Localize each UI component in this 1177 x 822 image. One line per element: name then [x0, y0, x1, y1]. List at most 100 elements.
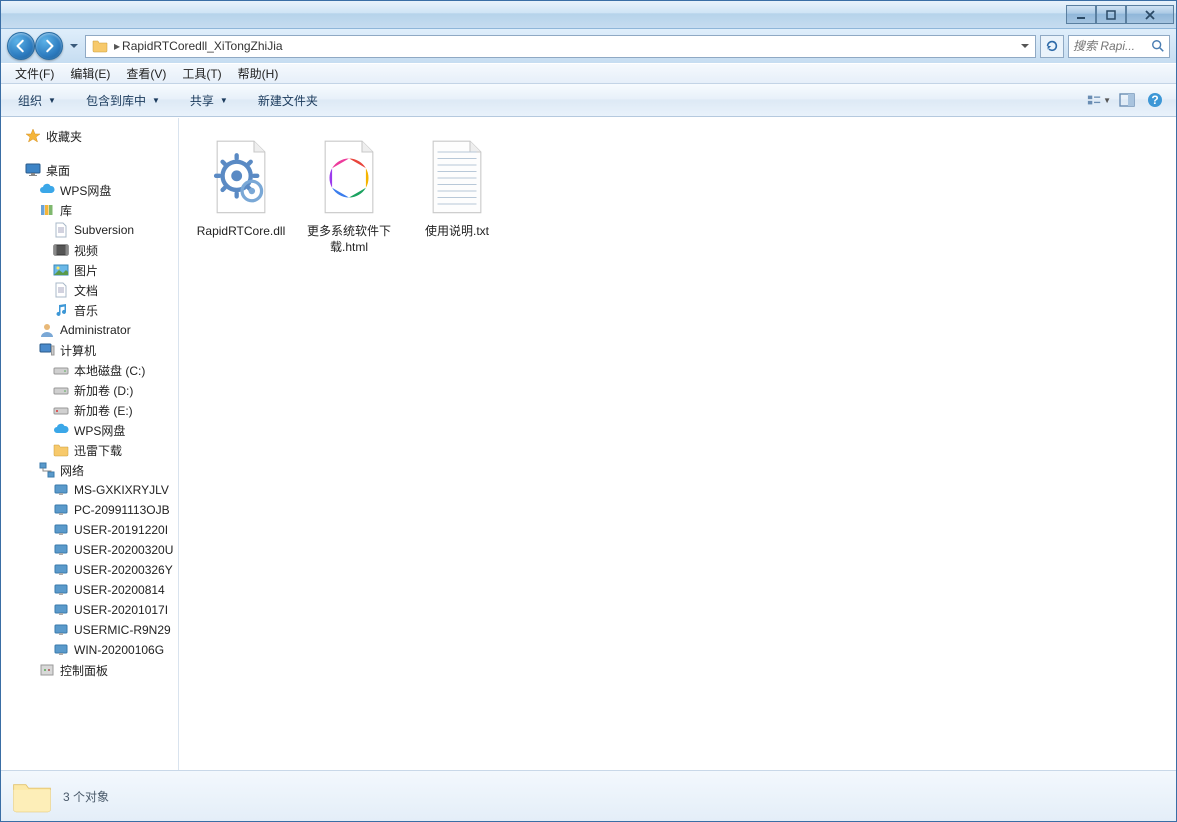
music-icon [53, 302, 69, 318]
tree-favorites[interactable]: 收藏夹 [5, 126, 178, 146]
statusbar: 3 个对象 [1, 770, 1176, 821]
tree-pictures[interactable]: 图片 [5, 260, 178, 280]
tree-disk-e[interactable]: 新加卷 (E:) [5, 400, 178, 420]
drive-icon [53, 402, 69, 418]
menu-edit[interactable]: 编辑(E) [62, 63, 118, 84]
folder-icon [53, 442, 69, 458]
cloud-icon [39, 182, 55, 198]
include-in-library-button[interactable]: 包含到库中▼ [77, 87, 169, 114]
computer-icon [53, 582, 69, 598]
search-icon[interactable] [1151, 39, 1165, 53]
address-dropdown[interactable] [1015, 36, 1033, 57]
organize-button[interactable]: 组织▼ [9, 87, 65, 114]
address-bar-row: ▸ RapidRTCoredll_XiTongZhiJia [1, 29, 1176, 63]
tree-pc7[interactable]: USER-20201017I [5, 600, 178, 620]
menubar: 文件(F) 编辑(E) 查看(V) 工具(T) 帮助(H) [1, 63, 1176, 84]
file-html[interactable]: 更多系统软件下载.html [297, 132, 401, 260]
settings-icon [39, 662, 55, 678]
view-options-button[interactable]: ▼ [1086, 88, 1112, 112]
computer-icon [53, 642, 69, 658]
dll-icon [202, 137, 280, 219]
address-field[interactable]: ▸ RapidRTCoredll_XiTongZhiJia [85, 35, 1036, 58]
body-area: 收藏夹 桌面 WPS网盘 库 Subversion 视频 图片 文档 音乐 Ad… [1, 117, 1176, 770]
status-count: 3 个对象 [63, 788, 109, 805]
drive-icon [53, 362, 69, 378]
folder-icon [92, 38, 108, 54]
tree-documents[interactable]: 文档 [5, 280, 178, 300]
computer-icon [53, 542, 69, 558]
menu-view[interactable]: 查看(V) [118, 63, 174, 84]
content-pane[interactable]: RapidRTCore.dll 更多系统软件下载.html 使用说明.txt [179, 118, 1176, 770]
tree-desktop[interactable]: 桌面 [5, 160, 178, 180]
file-label: RapidRTCore.dll [197, 223, 285, 239]
menu-tools[interactable]: 工具(T) [174, 63, 229, 84]
folder-icon [11, 777, 53, 815]
tree-pc2[interactable]: PC-20991113OJB [5, 500, 178, 520]
tree-wps2[interactable]: WPS网盘 [5, 420, 178, 440]
tree-xunlei[interactable]: 迅雷下载 [5, 440, 178, 460]
tree-libraries[interactable]: 库 [5, 200, 178, 220]
tree-music[interactable]: 音乐 [5, 300, 178, 320]
tree-disk-c[interactable]: 本地磁盘 (C:) [5, 360, 178, 380]
tree-pc1[interactable]: MS-GXKIXRYJLV [5, 480, 178, 500]
nav-history-dropdown[interactable] [67, 33, 81, 59]
file-txt[interactable]: 使用说明.txt [405, 132, 509, 260]
computer-icon [53, 502, 69, 518]
share-button[interactable]: 共享▼ [181, 87, 237, 114]
navigation-pane[interactable]: 收藏夹 桌面 WPS网盘 库 Subversion 视频 图片 文档 音乐 Ad… [1, 118, 179, 770]
tree-subversion[interactable]: Subversion [5, 220, 178, 240]
new-folder-button[interactable]: 新建文件夹 [249, 87, 327, 114]
tree-pc8[interactable]: USERMIC-R9N29 [5, 620, 178, 640]
close-button[interactable] [1126, 5, 1174, 24]
breadcrumb-separator: ▸ [114, 39, 120, 53]
html-icon [310, 137, 388, 219]
tree-pc6[interactable]: USER-20200814 [5, 580, 178, 600]
menu-file[interactable]: 文件(F) [7, 63, 62, 84]
explorer-window: ▸ RapidRTCoredll_XiTongZhiJia 文件(F) 编辑(E… [0, 0, 1177, 822]
forward-button[interactable] [35, 32, 63, 60]
back-button[interactable] [7, 32, 35, 60]
document-icon [53, 282, 69, 298]
tree-computer[interactable]: 计算机 [5, 340, 178, 360]
breadcrumb-path[interactable]: RapidRTCoredll_XiTongZhiJia [122, 39, 1015, 53]
video-icon [53, 242, 69, 258]
document-icon [53, 222, 69, 238]
tree-videos[interactable]: 视频 [5, 240, 178, 260]
menu-help[interactable]: 帮助(H) [230, 63, 287, 84]
search-input[interactable] [1073, 39, 1151, 53]
file-label: 更多系统软件下载.html [300, 223, 398, 255]
network-icon [39, 462, 55, 478]
tree-disk-d[interactable]: 新加卷 (D:) [5, 380, 178, 400]
cloud-icon [53, 422, 69, 438]
tree-pc4[interactable]: USER-20200320U [5, 540, 178, 560]
help-button[interactable]: ? [1142, 88, 1168, 112]
titlebar [1, 1, 1176, 29]
computer-icon [39, 342, 55, 358]
window-controls [1066, 5, 1174, 24]
computer-icon [53, 522, 69, 538]
refresh-button[interactable] [1040, 35, 1064, 58]
pictures-icon [53, 262, 69, 278]
file-dll[interactable]: RapidRTCore.dll [189, 132, 293, 260]
search-field[interactable] [1068, 35, 1170, 58]
svg-text:?: ? [1151, 93, 1158, 107]
library-icon [39, 202, 55, 218]
computer-icon [53, 562, 69, 578]
tree-administrator[interactable]: Administrator [5, 320, 178, 340]
desktop-icon [25, 162, 41, 178]
user-icon [39, 322, 55, 338]
tree-wps[interactable]: WPS网盘 [5, 180, 178, 200]
file-label: 使用说明.txt [425, 223, 489, 239]
preview-pane-button[interactable] [1114, 88, 1140, 112]
maximize-button[interactable] [1096, 5, 1126, 24]
computer-icon [53, 602, 69, 618]
tree-pc3[interactable]: USER-20191220I [5, 520, 178, 540]
tree-pc9[interactable]: WIN-20200106G [5, 640, 178, 660]
minimize-button[interactable] [1066, 5, 1096, 24]
tree-pc5[interactable]: USER-20200326Y [5, 560, 178, 580]
nav-buttons [7, 32, 63, 60]
toolbar: 组织▼ 包含到库中▼ 共享▼ 新建文件夹 ▼ ? [1, 84, 1176, 117]
computer-icon [53, 622, 69, 638]
tree-control-panel[interactable]: 控制面板 [5, 660, 178, 680]
tree-network[interactable]: 网络 [5, 460, 178, 480]
